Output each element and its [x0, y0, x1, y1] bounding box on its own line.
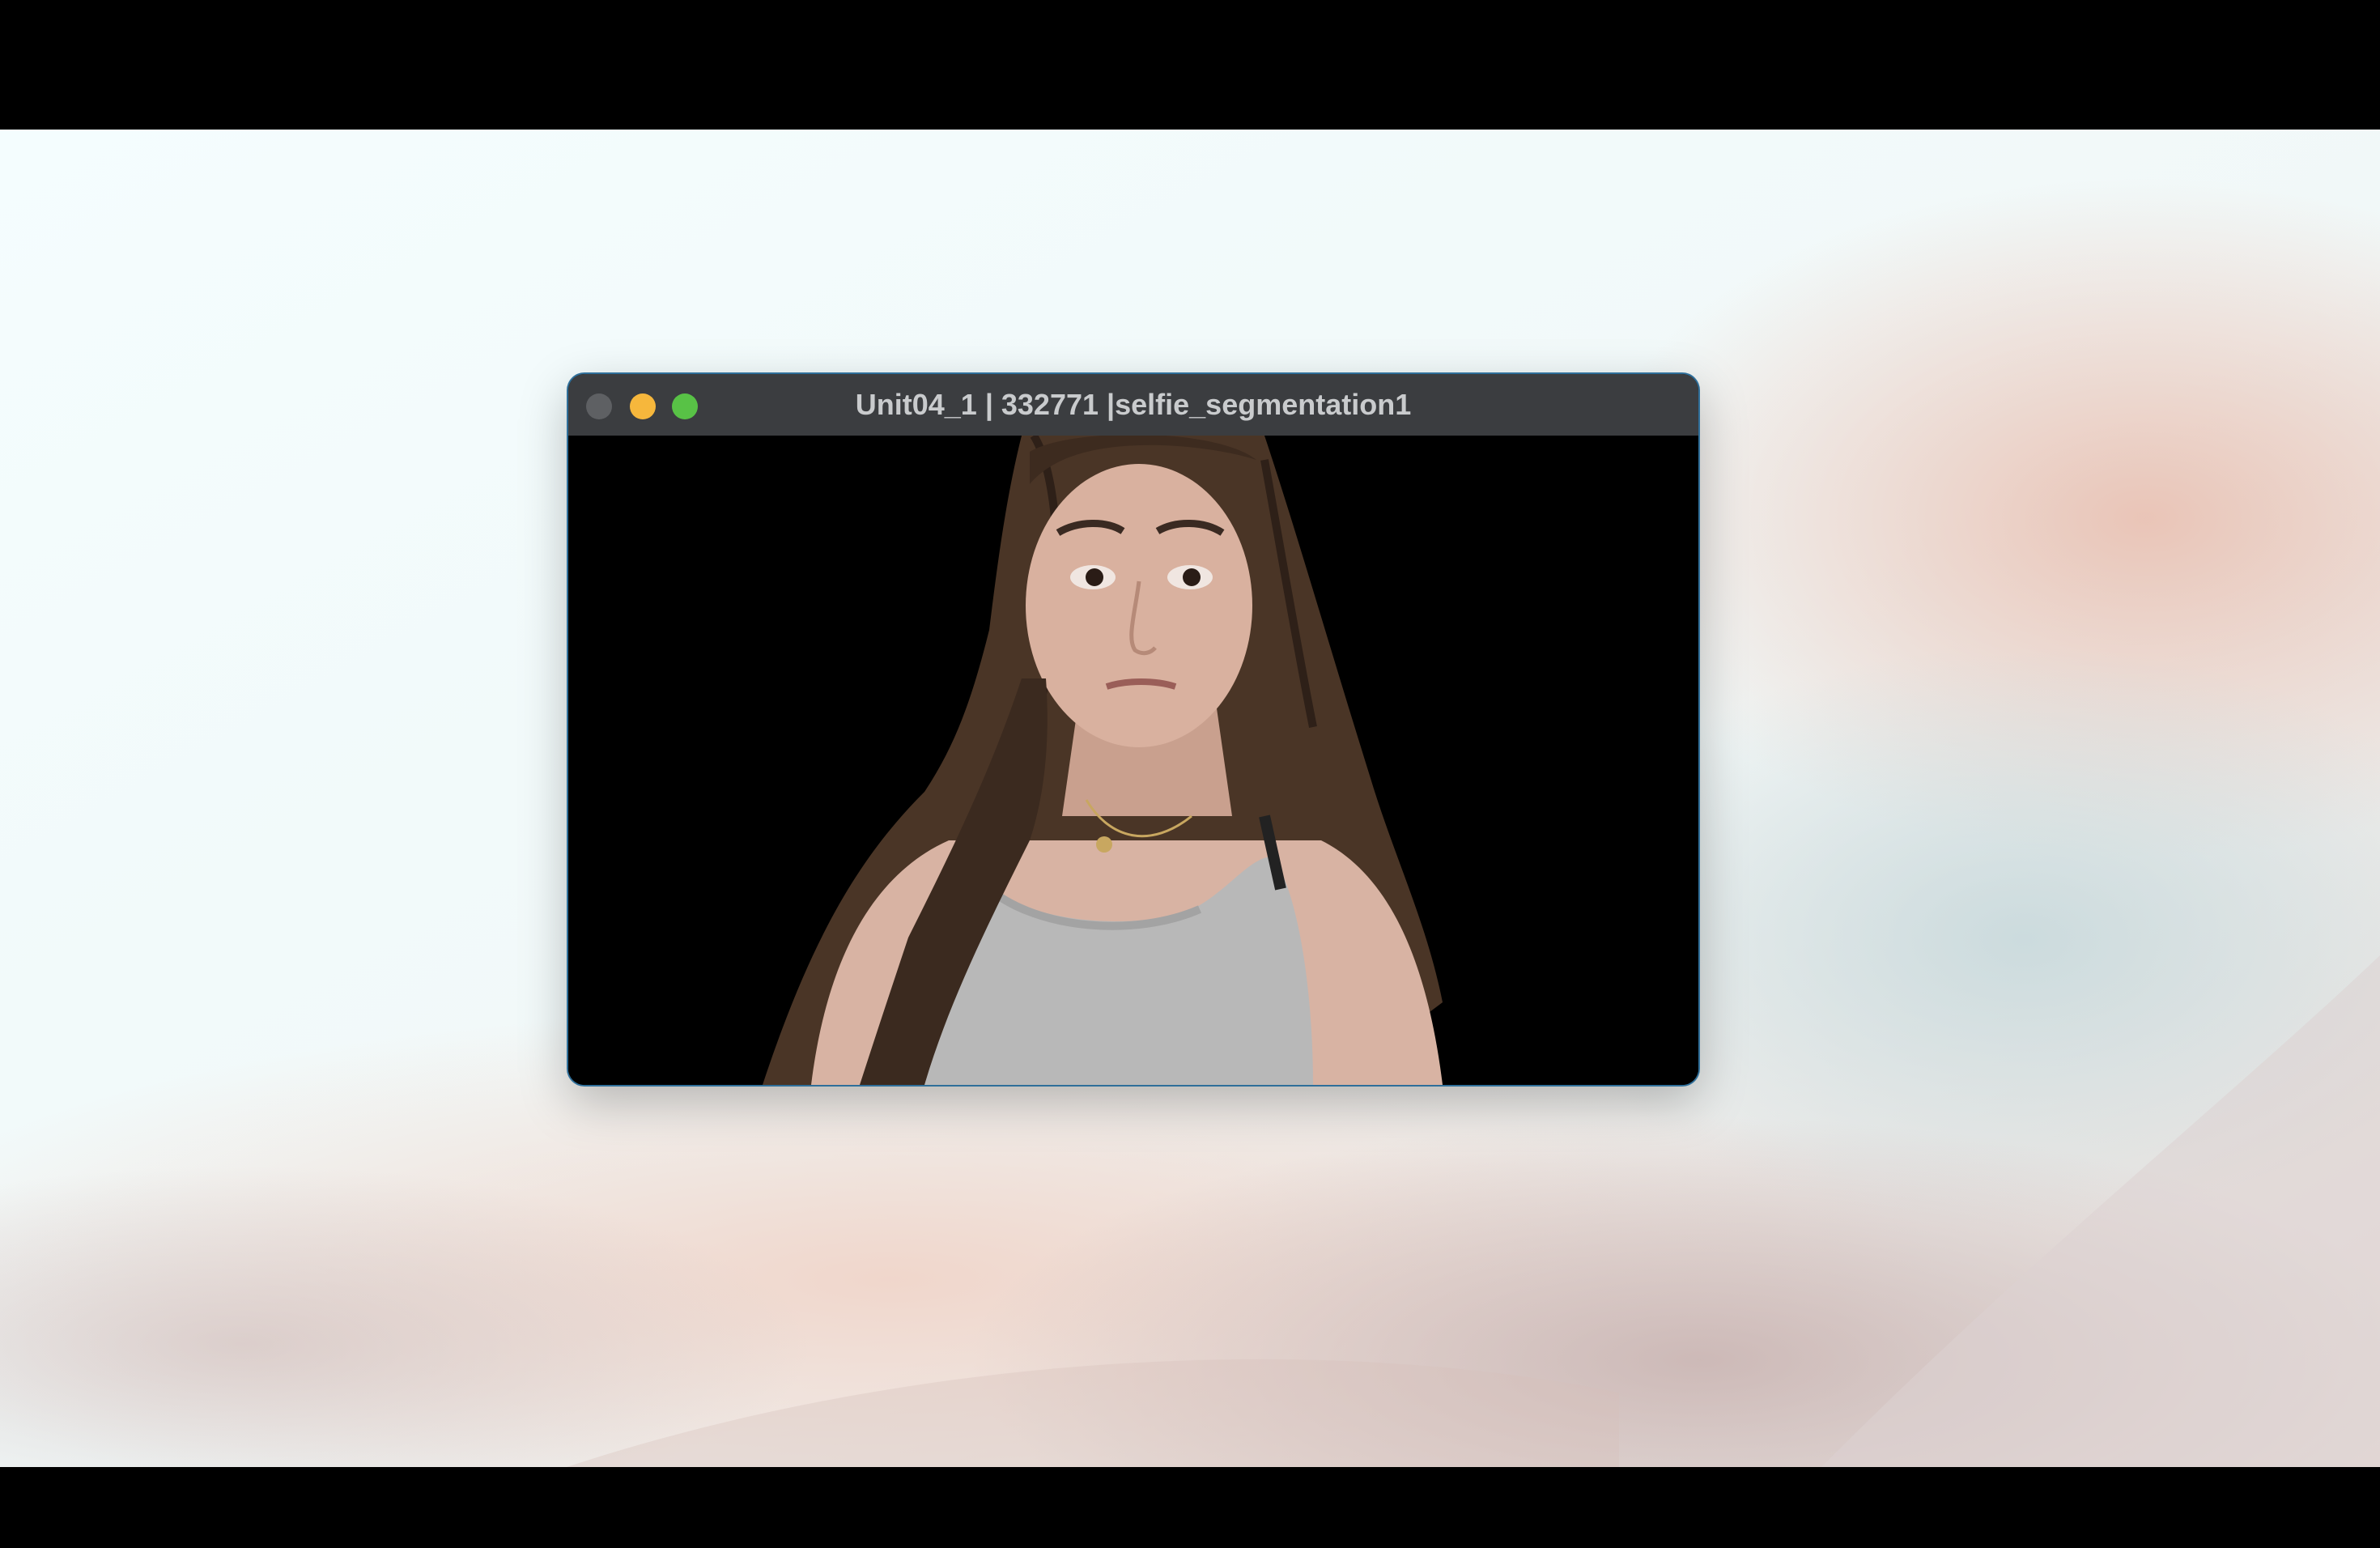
window-title: Unit04_1 | 332771 |selfie_segmentation1	[855, 388, 1412, 421]
person-face	[1026, 464, 1252, 747]
screen-bottom-letterbox	[0, 1467, 2380, 1548]
app-window[interactable]: Unit04_1 | 332771 |selfie_segmentation1	[568, 374, 1698, 1085]
screen-top-letterbox	[0, 0, 2380, 130]
segmentation-video-feed	[568, 436, 1698, 1085]
window-titlebar[interactable]: Unit04_1 | 332771 |selfie_segmentation1	[568, 374, 1698, 436]
